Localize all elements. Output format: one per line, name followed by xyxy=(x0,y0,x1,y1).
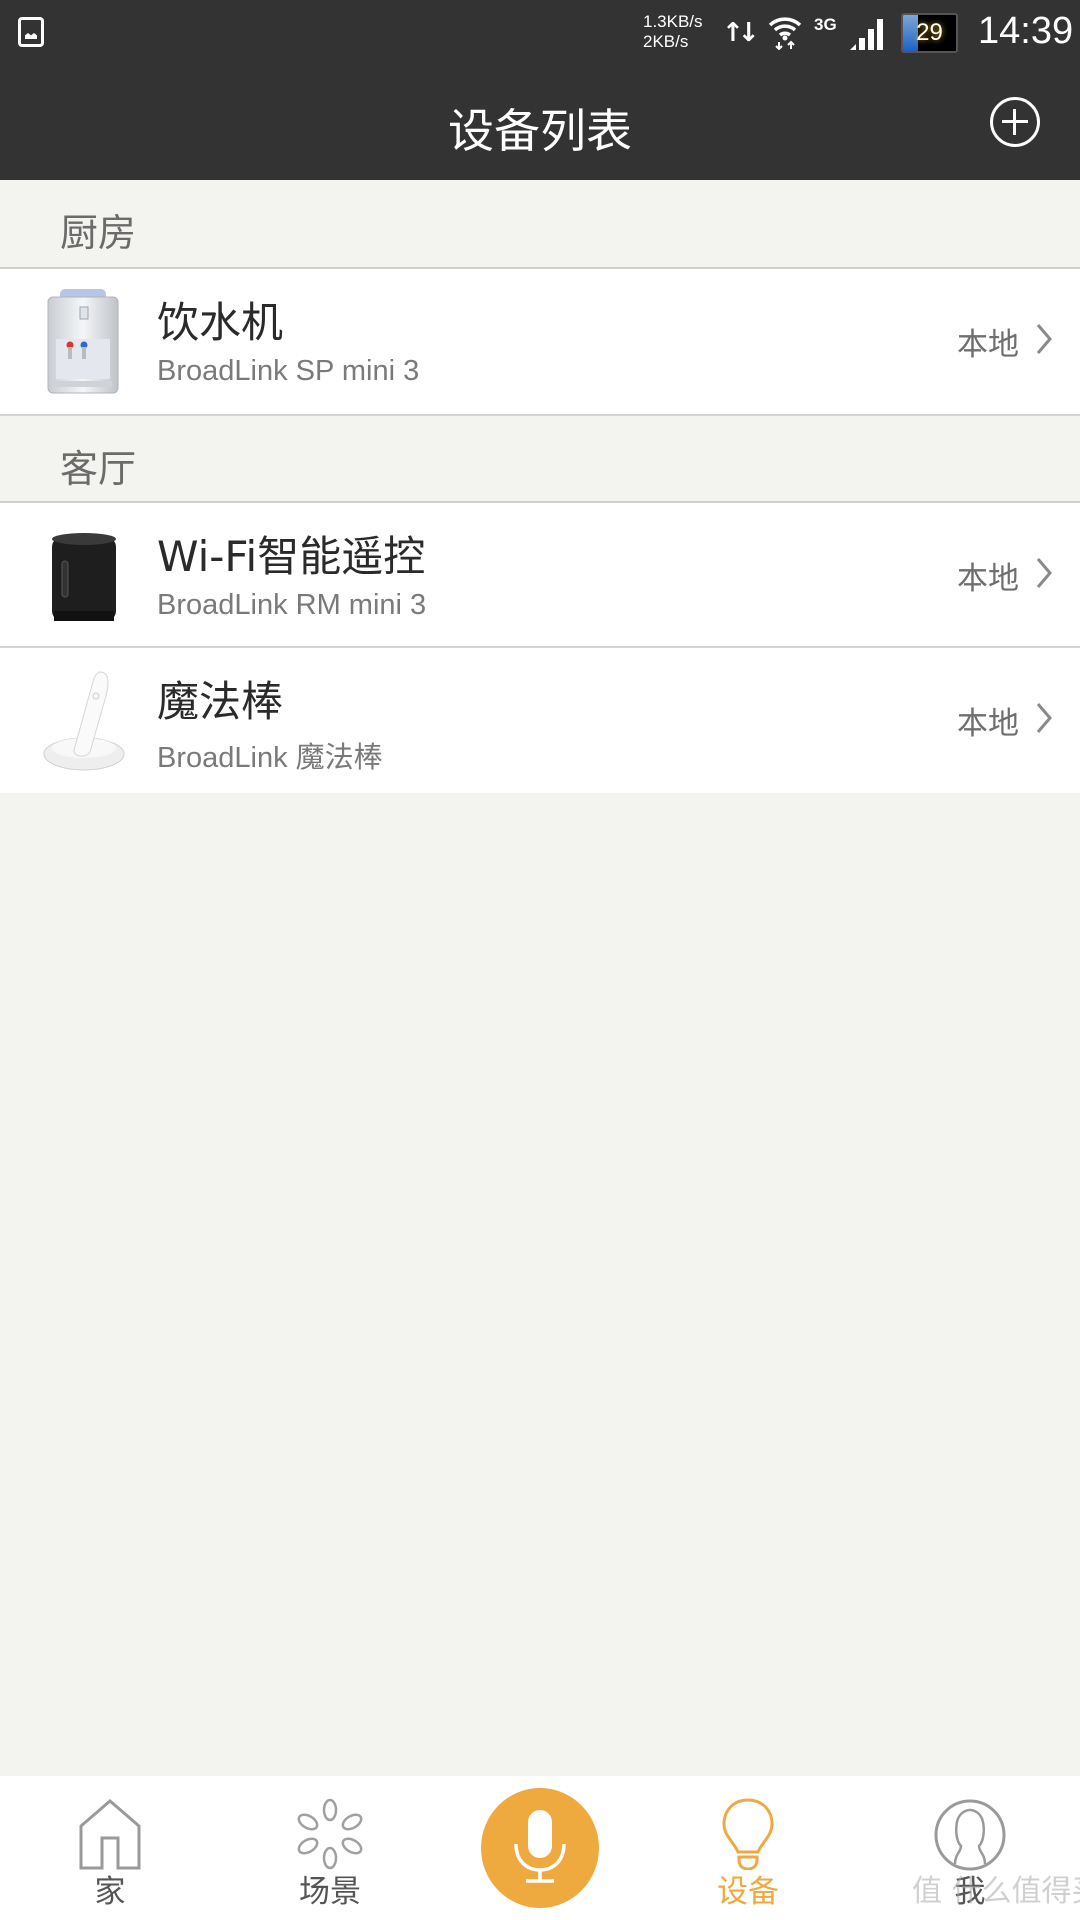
nav-label: 场景 xyxy=(299,1874,361,1910)
section-header-living-room: 客厅 xyxy=(0,414,1080,503)
voice-button[interactable] xyxy=(481,1788,599,1908)
chevron-right-icon xyxy=(1036,558,1052,588)
clock: 14:39 xyxy=(978,10,1074,52)
device-name: 饮水机 xyxy=(157,298,284,347)
section-title: 客厅 xyxy=(60,447,137,491)
section-title: 厨房 xyxy=(60,211,137,255)
speed-up: 1.3KB/s xyxy=(643,12,703,31)
connection-status: 本地 xyxy=(957,561,1019,597)
image-notification-icon xyxy=(18,17,44,47)
chevron-right-icon xyxy=(1036,703,1052,733)
lightbulb-icon xyxy=(722,1798,774,1870)
nav-label: 家 xyxy=(94,1874,126,1910)
device-name: Wi-Fi智能遥控 xyxy=(157,532,426,581)
magic-wand-icon xyxy=(40,666,130,774)
nav-label: 我 xyxy=(954,1874,986,1910)
nav-scenes[interactable]: 场景 xyxy=(250,1776,410,1920)
connection-status: 本地 xyxy=(957,327,1019,363)
user-profile-icon xyxy=(934,1799,1006,1871)
nav-home[interactable]: 家 xyxy=(30,1776,190,1920)
microphone-icon xyxy=(514,1810,566,1883)
speed-down: 2KB/s xyxy=(643,32,689,51)
nav-label: 设备 xyxy=(717,1874,779,1910)
data-transfer-icon: ↑↓ xyxy=(722,18,759,48)
battery-level: 29 xyxy=(916,19,943,46)
device-model: BroadLink 魔法棒 xyxy=(157,742,383,774)
device-row-water-dispenser[interactable]: 饮水机 BroadLink SP mini 3 本地 xyxy=(0,269,1080,414)
add-device-button[interactable] xyxy=(990,97,1040,147)
nav-devices[interactable]: 设备 xyxy=(668,1776,828,1920)
device-name: 魔法棒 xyxy=(157,677,284,726)
page-title: 设备列表 xyxy=(448,104,632,158)
network-speed: 1.3KB/s 2KB/s xyxy=(643,12,703,52)
wifi-icon xyxy=(768,14,802,54)
water-dispenser-icon xyxy=(40,287,130,395)
rm-mini-remote-icon xyxy=(40,521,130,629)
connection-status: 本地 xyxy=(957,706,1019,742)
title-bar: 设备列表 xyxy=(0,67,1080,180)
network-type: 3G xyxy=(814,15,837,34)
status-bar: 1.3KB/s 2KB/s ↑↓ 3G 29 14:39 xyxy=(0,0,1080,67)
device-row-wifi-remote[interactable]: Wi-Fi智能遥控 BroadLink RM mini 3 本地 xyxy=(0,503,1080,648)
bottom-nav: 家 场景 设备 我 值 什么值得 xyxy=(0,1776,1080,1920)
nav-profile[interactable]: 我 xyxy=(890,1776,1050,1920)
device-row-magic-wand[interactable]: 魔法棒 BroadLink 魔法棒 本地 xyxy=(0,648,1080,793)
chevron-right-icon xyxy=(1036,324,1052,354)
signal-strength-icon xyxy=(850,16,884,54)
device-model: BroadLink SP mini 3 xyxy=(157,355,420,387)
section-header-kitchen: 厨房 xyxy=(0,180,1080,269)
home-icon xyxy=(79,1799,141,1870)
device-model: BroadLink RM mini 3 xyxy=(157,589,427,621)
scene-flower-icon xyxy=(297,1798,363,1870)
battery-indicator: 29 xyxy=(901,13,958,53)
